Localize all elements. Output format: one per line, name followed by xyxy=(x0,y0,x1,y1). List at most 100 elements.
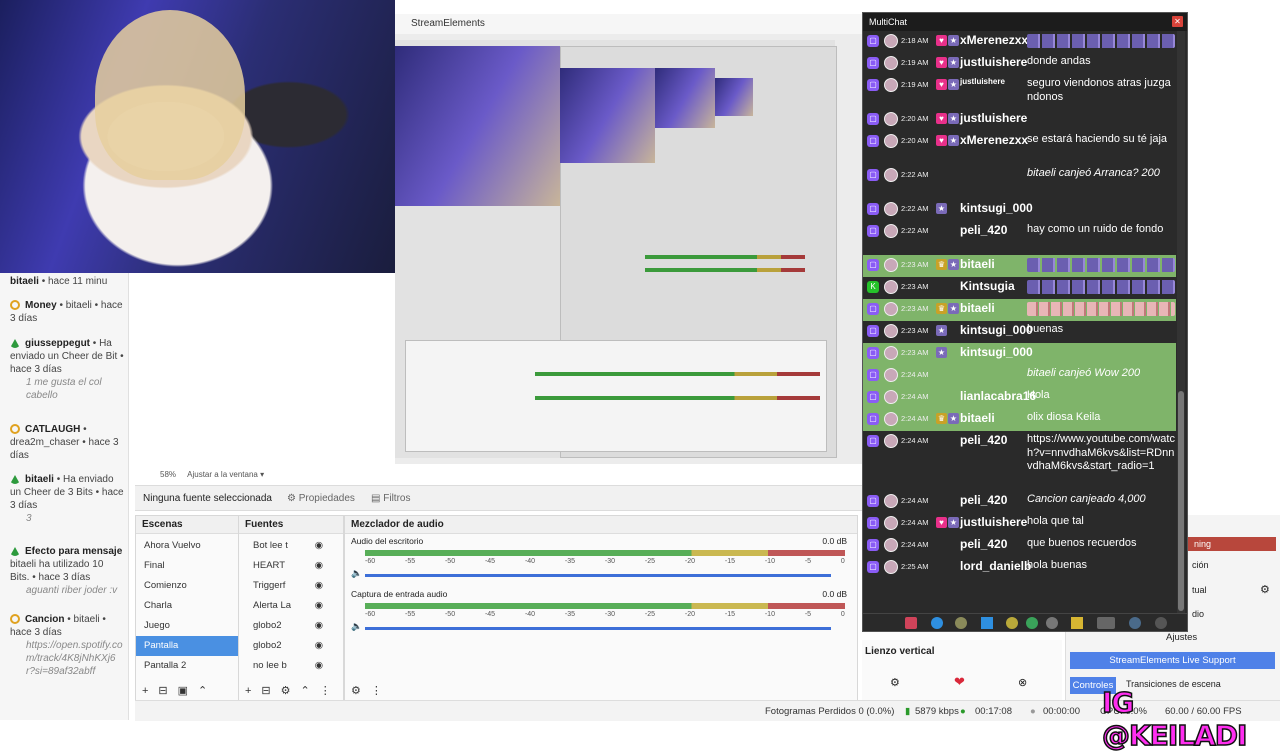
eye-icon[interactable]: ◉ xyxy=(315,636,323,656)
bell-icon[interactable] xyxy=(955,617,967,629)
link-icon[interactable]: ⊗ xyxy=(1018,676,1027,689)
scene-item[interactable]: Juego xyxy=(136,616,238,636)
scene-item[interactable]: Final xyxy=(136,556,238,576)
chat-username[interactable]: kintsugi_000 xyxy=(960,201,1033,215)
activity-feed: bitaeli • hace 11 minu Money • bitaeli •… xyxy=(0,273,129,720)
eye-icon[interactable]: ◉ xyxy=(315,576,323,596)
start-streaming-button[interactable]: ning xyxy=(1188,537,1276,551)
chat-message[interactable]: ▢ 2:24 AM ♥ ★ justluishere hola que tal xyxy=(863,513,1176,535)
chat-username[interactable]: kintsugi_000 xyxy=(960,345,1033,359)
chat-message[interactable]: ▢ 2:23 AM ★ kintsugi_000 xyxy=(863,343,1176,365)
source-item[interactable]: Triggerf ◉ xyxy=(239,576,343,596)
obs-preview[interactable] xyxy=(395,34,865,464)
filter-icon[interactable] xyxy=(981,617,993,629)
chat-username[interactable]: xMerenezxx xyxy=(960,33,1028,47)
recording-label[interactable]: ción xyxy=(1192,560,1209,570)
chat-message[interactable]: ▢ 2:23 AM ♛ ★ bitaeli xyxy=(863,299,1176,321)
settings-button[interactable]: Ajustes xyxy=(1166,632,1197,643)
chat-bubble-icon[interactable] xyxy=(931,617,943,629)
pin-icon[interactable] xyxy=(1071,617,1083,629)
chat-message[interactable]: ▢ 2:23 AM ★ kintsugi_000 buenas xyxy=(863,321,1176,343)
chat-message[interactable]: ▢ 2:24 AM peli_420 que buenos recuerdos xyxy=(863,535,1176,557)
eye-icon[interactable]: ◉ xyxy=(315,596,323,616)
properties-button[interactable]: ⚙ Propiedades xyxy=(287,493,355,504)
scene-item[interactable]: Ahora Vuelvo xyxy=(136,536,238,556)
live-support-button[interactable]: StreamElements Live Support xyxy=(1070,652,1275,669)
mixer-tools[interactable]: ⚙⋮ xyxy=(351,684,392,697)
chat-message-list[interactable]: ▢ 2:18 AM ♥ ★ xMerenezxx ▢ 2:19 AM ♥ ★ justluishe… xyxy=(863,31,1176,613)
scene-item-selected[interactable]: Pantalla xyxy=(136,636,238,656)
chat-message[interactable]: ▢ 2:18 AM ♥ ★ xMerenezxx xyxy=(863,31,1176,53)
chat-username[interactable]: justluishere xyxy=(960,111,1027,125)
chat-message[interactable]: ▢ 2:20 AM ♥ ★ justluishere xyxy=(863,109,1176,131)
volume-icon[interactable] xyxy=(1129,617,1141,629)
chat-username[interactable]: peli_420 xyxy=(960,537,1007,551)
eye-icon[interactable]: ◉ xyxy=(315,536,323,556)
chat-message[interactable]: ▢ 2:22 AM ★ kintsugi_000 xyxy=(863,199,1176,221)
filters-button[interactable]: ▤ Filtros xyxy=(371,493,410,504)
chat-message[interactable]: ▢ 2:23 AM ♛ ★ bitaeli xyxy=(863,255,1176,277)
chat-message[interactable]: ▢ 2:24 AM lianlacabra16 Hola xyxy=(863,387,1176,409)
virtual-cam-label[interactable]: tual xyxy=(1192,585,1207,595)
chat-username[interactable]: peli_420 xyxy=(960,223,1007,237)
chat-message[interactable]: ▢ 2:24 AM peli_420 Cancion canjeado 4,000 xyxy=(863,491,1176,513)
chat-username[interactable]: kintsugi_000 xyxy=(960,323,1033,337)
scene-item[interactable]: Comienzo xyxy=(136,576,238,596)
source-item[interactable]: Alerta La ◉ xyxy=(239,596,343,616)
chat-username[interactable]: lianlacabra16 xyxy=(960,389,1036,403)
gear-icon[interactable]: ⚙ xyxy=(1260,583,1270,596)
source-item[interactable]: globo2 ◉ xyxy=(239,616,343,636)
chat-message[interactable]: ▢ 2:24 AM ♛ ★ bitaeli olix diosa Keila xyxy=(863,409,1176,431)
chat-message[interactable]: ▢ 2:24 AM peli_420 https://www.youtube.com/… xyxy=(863,431,1176,491)
scene-item[interactable]: Charla xyxy=(136,596,238,616)
chat-message[interactable]: ▢ 2:19 AM ♥ ★ justluishere donde andas xyxy=(863,53,1176,75)
chat-username[interactable]: bitaeli xyxy=(960,301,995,315)
chat-username[interactable]: Kintsugia xyxy=(960,279,1015,293)
chat-message[interactable]: ▢ 2:24 AM bitaeli canjeó Wow 200 xyxy=(863,365,1176,387)
zoom-readout[interactable]: 58% Ajustar a la ventana ▾ xyxy=(160,470,264,479)
sub-badge-icon: ★ xyxy=(948,113,959,124)
chat-message[interactable]: ▢ 2:25 AM lord_danielb hola buenas xyxy=(863,557,1176,579)
chat-scrollbar[interactable] xyxy=(1177,31,1185,613)
scene-tools[interactable]: +⊟▣⌃ xyxy=(142,684,217,697)
chat-message[interactable]: ▢ 2:22 AM peli_420 hay como un ruido de fon… xyxy=(863,221,1176,255)
gear-icon[interactable]: ⚙ xyxy=(890,676,900,689)
chat-username[interactable]: peli_420 xyxy=(960,433,1007,447)
auto-icon[interactable] xyxy=(1097,617,1115,629)
chat-message[interactable]: ▢ 2:20 AM ♥ ★ xMerenezxx se estará haciendo s… xyxy=(863,131,1176,165)
source-tools[interactable]: +⊟⚙⌃⋮ xyxy=(245,684,341,697)
settings-icon[interactable] xyxy=(1046,617,1058,629)
emoji-icon[interactable] xyxy=(1006,617,1018,629)
eye-icon[interactable]: ◉ xyxy=(315,656,323,676)
volume-slider[interactable] xyxy=(365,627,831,630)
heart-icon[interactable]: ❤ xyxy=(954,674,965,690)
feed-message[interactable]: https://open.spotify.com/track/4K8jNhKXj… xyxy=(10,639,124,678)
chat-username[interactable]: bitaeli xyxy=(960,411,995,425)
chat-message[interactable]: K 2:23 AM Kintsugia xyxy=(863,277,1176,299)
speaker-icon[interactable]: 🔈 xyxy=(351,621,362,632)
chat-username[interactable]: justluishere xyxy=(960,77,1005,86)
chat-username[interactable]: peli_420 xyxy=(960,493,1007,507)
scene-item[interactable]: Pantalla 2 xyxy=(136,656,238,676)
chat-username[interactable]: justluishere xyxy=(960,55,1027,69)
refresh-icon[interactable] xyxy=(1026,617,1038,629)
speaker-icon[interactable]: 🔈 xyxy=(351,568,362,579)
expand-icon[interactable] xyxy=(1155,617,1167,629)
chat-username[interactable]: lord_danielb xyxy=(960,559,1031,573)
eye-icon[interactable]: ◉ xyxy=(315,556,323,576)
source-item[interactable]: Bot lee t ◉ xyxy=(239,536,343,556)
pause-icon[interactable] xyxy=(905,617,917,629)
chat-message[interactable]: ▢ 2:19 AM ♥ ★ justluishere seguro viendonos a… xyxy=(863,75,1176,109)
close-icon[interactable]: ✕ xyxy=(1172,16,1183,27)
source-item[interactable]: HEART ◉ xyxy=(239,556,343,576)
volume-slider[interactable] xyxy=(365,574,831,577)
scrollbar-thumb[interactable] xyxy=(1178,391,1184,611)
source-item[interactable]: globo2 ◉ xyxy=(239,636,343,656)
chat-username[interactable]: justluishere xyxy=(960,515,1027,529)
chat-username[interactable]: bitaeli xyxy=(960,257,995,271)
chat-username[interactable]: xMerenezxx xyxy=(960,133,1028,147)
studio-label[interactable]: dio xyxy=(1192,609,1204,619)
eye-icon[interactable]: ◉ xyxy=(315,616,323,636)
source-item[interactable]: no lee b ◉ xyxy=(239,656,343,676)
chat-message[interactable]: ▢ 2:22 AM bitaeli canjeó Arranca? 200 xyxy=(863,165,1176,199)
